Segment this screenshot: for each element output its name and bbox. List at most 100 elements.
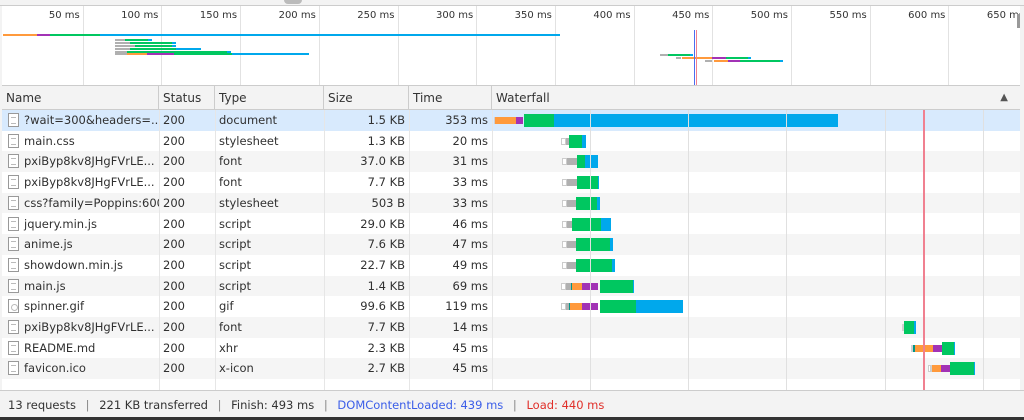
time-cell: 69 ms: [452, 278, 488, 293]
document-icon: [8, 133, 19, 148]
overview-bar-waiting: [125, 39, 148, 41]
name-cell[interactable]: showdown.min.js: [2, 255, 159, 276]
overview-gridline: [791, 6, 792, 85]
overview-bar-waiting: [135, 45, 172, 47]
overview-bar-ssl: [37, 34, 50, 36]
document-icon: [8, 195, 19, 210]
column-header-waterfall[interactable]: Waterfall ▲: [492, 86, 1020, 110]
name-cell[interactable]: css?family=Poppins:600: [2, 193, 159, 214]
table-row[interactable]: spinner.gif 200 gif 99.6 KB 119 ms: [2, 296, 1020, 317]
overview-tick-label: 350 ms: [514, 10, 552, 21]
overview-bar-queue: [660, 54, 668, 56]
column-divider[interactable]: [409, 110, 410, 390]
document-icon: [8, 113, 19, 127]
column-divider[interactable]: [492, 110, 493, 390]
column-header-name[interactable]: Name: [2, 86, 159, 110]
type-cell: script: [219, 278, 252, 293]
size-cell: 99.6 KB: [360, 299, 405, 314]
overview-gridline: [318, 6, 320, 85]
time-cell: 46 ms: [452, 216, 488, 231]
column-header-time[interactable]: Time: [409, 86, 492, 110]
table-row[interactable]: anime.js 200 script 7.6 KB 47 ms: [2, 234, 1020, 255]
size-cell: 7.7 KB: [367, 320, 405, 334]
column-header-size[interactable]: Size: [324, 86, 409, 110]
time-cell: 353 ms: [445, 113, 488, 127]
document-icon: [8, 175, 19, 190]
type-cell: xhr: [219, 340, 238, 355]
timeline-overview[interactable]: 50 ms 100 ms 150 ms 200 ms 250 ms 300 ms 350 m…: [2, 6, 1020, 86]
name-cell[interactable]: spinner.gif: [2, 296, 159, 317]
size-cell: 7.7 KB: [367, 175, 405, 190]
size-cell: 2.7 KB: [367, 361, 405, 376]
overview-tick-label: 50 ms: [48, 10, 80, 21]
table-row[interactable]: pxiByp8kv8JHgFVrLE... 200 font 37.0 KB 31 ms: [2, 151, 1020, 173]
separator: |: [512, 398, 517, 412]
waterfall-bar-download: [597, 196, 600, 210]
name-cell[interactable]: anime.js: [2, 234, 159, 255]
network-request-table: Name Status Type Size Time Waterfall ▲ ?…: [2, 86, 1020, 390]
column-divider[interactable]: [159, 110, 160, 390]
overview-tick-label: 300 ms: [435, 10, 474, 21]
name-cell[interactable]: jquery.min.js: [2, 214, 159, 235]
waterfall-bar-waiting: [600, 300, 636, 314]
sort-ascending-icon[interactable]: ▲: [1000, 86, 1008, 110]
status-cell: 200: [163, 361, 185, 376]
table-row[interactable]: ?wait=300&headers=... 200 document 1.5 KB 35…: [2, 110, 1020, 131]
document-icon: [8, 257, 19, 272]
status-cell: 200: [163, 320, 185, 334]
name-cell[interactable]: pxiByp8kv8JHgFVrLE...: [2, 317, 159, 338]
waterfall-bar-waiting: [950, 362, 974, 376]
type-cell: script: [219, 237, 252, 252]
status-cell: 200: [163, 133, 185, 148]
table-row[interactable]: main.css 200 stylesheet 1.3 KB 20 ms: [2, 131, 1020, 152]
status-cell: 200: [163, 278, 185, 293]
waterfall-bar-download: [633, 279, 634, 293]
image-icon: [8, 299, 19, 314]
time-cell: 31 ms: [452, 154, 488, 169]
resize-handle[interactable]: [284, 0, 302, 4]
column-divider[interactable]: [215, 110, 216, 390]
overview-bar-queue: [115, 39, 125, 41]
overview-bar-download: [748, 57, 751, 59]
overview-bar-connect: [3, 34, 37, 36]
waterfall-bar-download: [974, 362, 975, 376]
name-cell[interactable]: favicon.ico: [2, 358, 159, 379]
load-event-line: [923, 110, 925, 390]
name-cell[interactable]: pxiByp8kv8JHgFVrLE...: [2, 172, 159, 193]
table-row[interactable]: favicon.ico 200 x-icon 2.7 KB 45 ms: [2, 358, 1020, 380]
overview-tick-label: 400 ms: [593, 10, 631, 21]
time-cell: 49 ms: [452, 257, 488, 272]
overview-scrollbar[interactable]: [1017, 14, 1020, 28]
type-cell: font: [219, 154, 242, 169]
document-icon: [8, 154, 19, 169]
table-header: Name Status Type Size Time Waterfall ▲: [2, 86, 1020, 110]
table-row[interactable]: pxiByp8kv8JHgFVrLE... 200 font 7.7 KB 33 ms: [2, 172, 1020, 193]
overview-bar-waiting: [174, 53, 232, 55]
size-cell: 1.3 KB: [367, 133, 405, 148]
overview-tick-label: 150 ms: [199, 10, 238, 21]
waterfall-gridline: [590, 110, 591, 390]
overview-gridline: [397, 6, 399, 85]
name-cell[interactable]: main.css: [2, 131, 159, 152]
waterfall-bar-waiting: [577, 176, 598, 190]
table-row[interactable]: main.js 200 script 1.4 KB 69 ms: [2, 275, 1020, 297]
column-header-status[interactable]: Status: [159, 86, 215, 110]
type-cell: script: [219, 216, 252, 231]
table-row[interactable]: jquery.min.js 200 script 29.0 KB 46 ms: [2, 214, 1020, 235]
name-cell[interactable]: ?wait=300&headers=...: [2, 110, 159, 131]
name-cell[interactable]: README.md: [2, 338, 159, 359]
column-divider[interactable]: [324, 110, 325, 390]
column-header-type[interactable]: Type: [215, 86, 324, 110]
waterfall-bar-download: [636, 300, 683, 314]
size-cell: 1.4 KB: [367, 278, 405, 293]
overview-gridline: [948, 6, 950, 85]
table-row[interactable]: README.md 200 xhr 2.3 KB 45 ms: [2, 338, 1020, 359]
name-cell[interactable]: pxiByp8kv8JHgFVrLE...: [2, 151, 159, 172]
overview-bar-connect: [714, 60, 728, 62]
type-cell: font: [219, 175, 242, 190]
table-row[interactable]: css?family=Poppins:600 200 stylesheet 503 B…: [2, 192, 1020, 214]
table-row[interactable]: showdown.min.js 200 script 22.7 KB 49 ms: [2, 255, 1020, 276]
name-cell[interactable]: main.js: [2, 276, 159, 297]
table-row[interactable]: pxiByp8kv8JHgFVrLE... 200 font 7.7 KB 14 ms: [2, 317, 1020, 338]
overview-bar-waiting: [668, 54, 690, 56]
